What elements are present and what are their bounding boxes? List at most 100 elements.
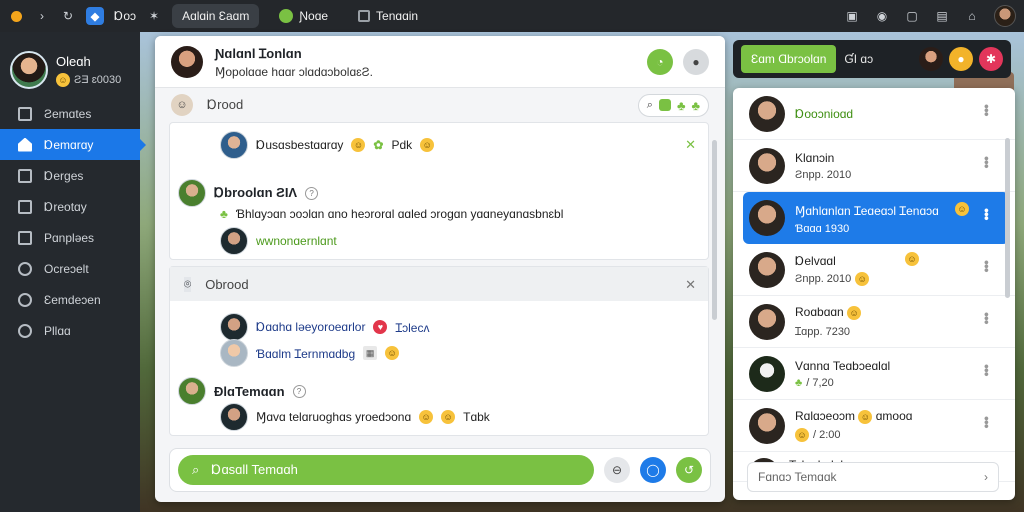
contact-name: Roɑbɑɑn ☺: [795, 305, 862, 320]
avatar: [749, 95, 785, 132]
tag-icon[interactable]: [658, 99, 671, 111]
message-input[interactable]: ⌕ Ɒɑsɑll Temɑɑh: [178, 455, 594, 485]
forward-icon[interactable]: ›: [34, 8, 50, 24]
sidebar-item-2[interactable]: Ɒerges: [0, 160, 140, 191]
avatar: [749, 147, 785, 184]
avatar: [749, 200, 785, 236]
contact-search-input[interactable]: Fɑnɑɔ Temɑɑk ›: [747, 462, 999, 492]
list-item[interactable]: Ɒelvɑɑl Ƨnpp. 2010 ☺ ☺ •••: [733, 244, 1015, 296]
list-item[interactable]: Roɑbɑɑn ☺ Ɪɑpp. 7230 •••: [733, 296, 1015, 348]
contact-name: Vɑnnɑ Teɑbɔeɑlɑl: [795, 358, 891, 373]
avatar: [220, 227, 248, 255]
search-icon: ⌕: [192, 462, 200, 477]
leaf-icon: ♣: [795, 376, 803, 389]
avatar: [749, 251, 785, 288]
sidebar-item-6[interactable]: Ɛemdeɔen: [0, 284, 140, 315]
chevron-right-icon[interactable]: ›: [984, 470, 988, 484]
sidebar-item-7[interactable]: Pllɑɑ: [0, 315, 140, 346]
more-icon[interactable]: •••: [979, 416, 995, 428]
notification-icon[interactable]: ◔: [647, 48, 673, 75]
badge-icon[interactable]: ●: [949, 47, 973, 71]
sidebar-item-4[interactable]: Pɑnpləes: [0, 222, 140, 253]
chat-subtitle: Ɱopolɑɑe hɑɑr ɔlɑdɑɔbolɑɛƧ.: [215, 65, 373, 79]
send-icon[interactable]: ↺: [676, 457, 702, 483]
lock-icon[interactable]: ▣: [844, 8, 860, 24]
message-link[interactable]: wwnonɑernlɑnt: [256, 234, 337, 248]
pin-icon[interactable]: ✱: [979, 47, 1003, 71]
tab-secondary[interactable]: ƓI ɑɔ: [844, 52, 873, 66]
tab-3[interactable]: Tenɑɑin: [348, 4, 428, 28]
sidebar-item-label: Ɒemɑrɑy: [44, 137, 94, 152]
sidebar-item-1[interactable]: Ɒemɑrɑy: [0, 129, 146, 160]
message-text: Ɓhlɑyɔɑn ɔoɔlɑn ɑno heɔrorɑl ɑɑled ɔrogɑ…: [235, 207, 564, 221]
section-title: Ɒrood: [207, 97, 244, 112]
search-icon[interactable]: ⌕: [647, 99, 653, 112]
smile-icon: ☺: [420, 138, 435, 152]
sidebar-item-label: Ocreɔelt: [44, 261, 89, 276]
sidebar-item-0[interactable]: Ƨemɑtes: [0, 98, 140, 129]
profile-status: ƧƎ ɛ0030: [74, 73, 122, 86]
section-header-1: ☺ Ɒrood ⌕ ♣ ♣: [155, 88, 725, 122]
sidebar-item-label: Ɒreotɑy: [44, 199, 87, 214]
user-icon[interactable]: ●: [683, 48, 709, 75]
group-icon: ☺: [171, 94, 193, 116]
minus-icon[interactable]: ⊖: [604, 457, 630, 483]
help-icon[interactable]: ?: [305, 186, 319, 200]
sidebar-item-label: Ƨemɑtes: [44, 106, 92, 121]
tab-2[interactable]: Ɲoɑe: [269, 4, 338, 28]
tab-1[interactable]: Aɑlɑin Ɛaɑm: [172, 4, 260, 28]
close-icon[interactable]: ✕: [685, 137, 696, 153]
search-tools[interactable]: ⌕ ♣ ♣: [637, 93, 709, 117]
sidebar-nav: Ƨemɑtes Ɒemɑrɑy Ɒerges Ɒreotɑy Pɑnpləes …: [0, 98, 146, 346]
sidebar-item-5[interactable]: Ocreɔelt: [0, 253, 140, 284]
close-icon[interactable]: ✕: [685, 277, 696, 293]
app-icon[interactable]: ◆: [86, 7, 104, 25]
more-icon[interactable]: •••: [979, 312, 995, 324]
sidebar-item-3[interactable]: Ɒreotɑy: [0, 191, 140, 222]
chat-bubble-icon[interactable]: ◯: [640, 457, 666, 483]
avatar: [178, 377, 206, 405]
user-alert-icon[interactable]: ◉: [874, 8, 890, 24]
more-icon[interactable]: •••: [979, 208, 995, 220]
message-card-2: ⌾ Obrood ✕ Ɒɑɑhɑ ləeyoroeɑrlor ♥ Ɪɔlecʌ …: [169, 266, 709, 436]
sidebar-item-label: Pllɑɑ: [44, 323, 71, 338]
reload-icon[interactable]: ↻: [60, 8, 76, 24]
bag-icon[interactable]: ▤: [934, 8, 950, 24]
search-placeholder: Fɑnɑɔ Temɑɑk: [758, 470, 837, 484]
list-item[interactable]: Ɒooɔnioɑd •••: [733, 88, 1015, 140]
chat-scrollbar[interactable]: [712, 140, 717, 320]
more-icon[interactable]: •••: [979, 104, 995, 116]
list-scrollbar[interactable]: [1005, 138, 1010, 298]
smile-icon: ☺: [441, 410, 456, 424]
window-icon: [358, 10, 371, 22]
help-icon[interactable]: ?: [292, 384, 306, 398]
list-item[interactable]: Klɑnɔin Ƨnpp. 2010 •••: [733, 140, 1015, 192]
right-panel-header: Ɛɑm Ɑbrɔolɑn ƓI ɑɔ ● ✱: [733, 40, 1011, 78]
account-avatar[interactable]: [994, 5, 1016, 27]
avatar: [220, 339, 248, 367]
avatar[interactable]: [919, 47, 943, 71]
house-icon[interactable]: ⌂: [964, 8, 980, 24]
home-icon: [18, 137, 32, 152]
list-item-selected[interactable]: Ɱɑhlɑnlɑn Ɪeɑeɑɔl Ɪenɑɔɑ Ɓɑɑɑ 1930 ☺ •••: [743, 192, 1009, 244]
more-icon[interactable]: •••: [979, 260, 995, 272]
smile-icon: ☺: [855, 271, 870, 286]
browser-toolbar: › ↻ ◆ Ɒoɔ ✶ Aɑlɑin Ɛaɑm Ɲoɑe Tenɑɑin ▣ ◉…: [0, 0, 1024, 32]
clover-icon[interactable]: ♣: [677, 98, 686, 113]
list-item[interactable]: Rɑlɑɔeoɔm ☺ ɑmooɑ ☺/ 2:00 •••: [733, 400, 1015, 452]
star-icon[interactable]: ✶: [146, 8, 162, 24]
avatar: [220, 403, 248, 431]
more-icon[interactable]: •••: [979, 364, 995, 376]
tab-2-label: Ɲoɑe: [299, 9, 329, 23]
sidebar-item-label: Ɒerges: [44, 168, 84, 183]
more-icon[interactable]: •••: [979, 156, 995, 168]
avatar: [220, 131, 248, 159]
chat-panel: Ɲɑlɑnl Ɪonlɑn Ɱopolɑɑe hɑɑr ɔlɑdɑɔbolɑɛƧ…: [155, 36, 725, 502]
home-outline-icon: [18, 106, 32, 121]
list-item[interactable]: Vɑnnɑ Teɑbɔeɑlɑl ♣/ 7,20 •••: [733, 348, 1015, 400]
clover-alt-icon[interactable]: ♣: [691, 98, 700, 113]
message-author: ƉlɑTemɑɑn: [214, 383, 285, 399]
camera-icon[interactable]: ▢: [904, 8, 920, 24]
profile[interactable]: Oleɑh ☺ ƧƎ ɛ0030: [0, 32, 140, 98]
tab-contacts[interactable]: Ɛɑm Ɑbrɔolɑn: [741, 45, 837, 73]
